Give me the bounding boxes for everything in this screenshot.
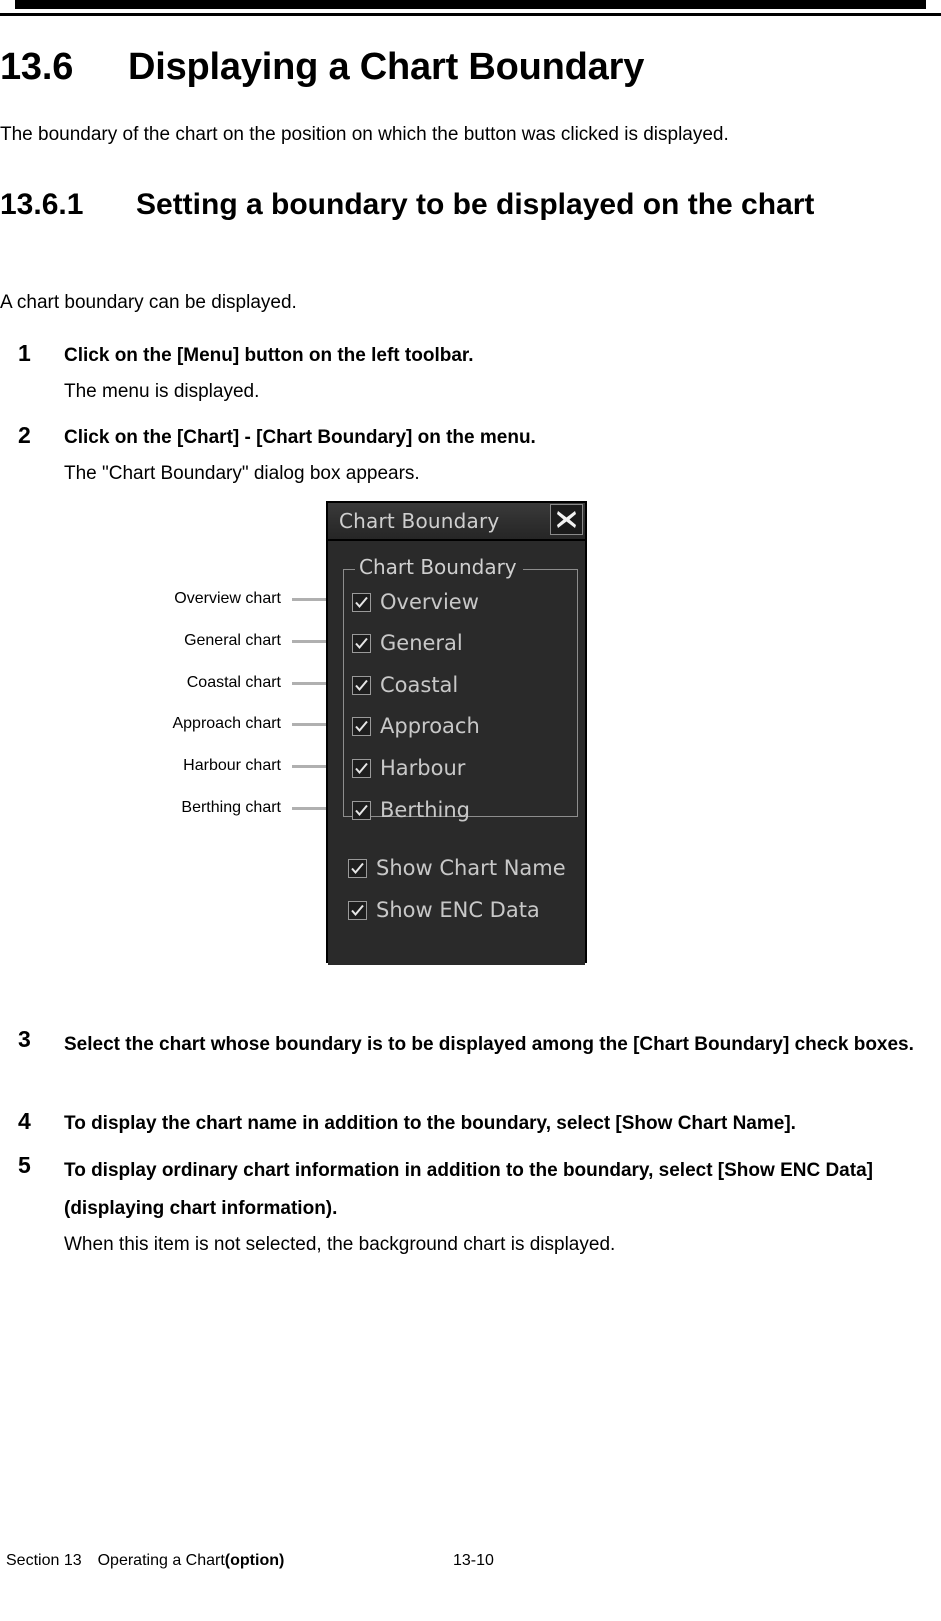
checkbox-label-show-chart-name: Show Chart Name [376, 856, 566, 880]
checkbox-row-show-enc-data[interactable]: Show ENC Data [348, 900, 540, 921]
step-4: 4 To display the chart name in addition … [18, 1108, 918, 1139]
footer-page-number: 13-10 [453, 1552, 494, 1569]
close-x-icon[interactable] [550, 504, 583, 535]
callout-label-berthing: Berthing chart [181, 799, 281, 816]
page-top-black-bar [15, 0, 926, 9]
section-title: 13.6.1 Setting a boundary to be displayed… [0, 184, 880, 226]
callout-label-general: General chart [184, 632, 281, 649]
callout-label-overview: Overview chart [174, 590, 281, 607]
checkbox-general[interactable] [352, 634, 371, 653]
checkbox-approach[interactable] [352, 717, 371, 736]
callout-label-harbour: Harbour chart [183, 757, 281, 774]
step-2: 2 Click on the [Chart] - [Chart Boundary… [18, 422, 918, 489]
chart-boundary-dialog: Chart Boundary Chart Boundary Overview G… [326, 501, 587, 965]
section-lead: A chart boundary can be displayed. [0, 292, 297, 313]
checkbox-row-berthing[interactable]: Berthing [352, 800, 470, 821]
step-3: 3 Select the chart whose boundary is to … [18, 1026, 918, 1064]
checkbox-row-coastal[interactable]: Coastal [352, 675, 458, 696]
checkbox-row-harbour[interactable]: Harbour [352, 758, 465, 779]
chart-boundary-group-legend: Chart Boundary [355, 555, 523, 579]
step-3-title: Select the chart whose boundary is to be… [64, 1034, 914, 1055]
section-title-text: Setting a boundary to be displayed on th… [136, 188, 815, 221]
section-title-number: 13.6.1 [0, 188, 84, 221]
checkbox-label-coastal: Coastal [380, 673, 459, 697]
step-3-number: 3 [18, 1026, 31, 1052]
checkbox-label-harbour: Harbour [380, 756, 466, 780]
page-title-text: Displaying a Chart Boundary [128, 46, 645, 88]
checkbox-berthing[interactable] [352, 801, 371, 820]
step-5-sub: When this item is not selected, the back… [64, 1234, 616, 1255]
checkbox-row-overview[interactable]: Overview [352, 592, 479, 613]
step-5-number: 5 [18, 1152, 31, 1178]
chart-boundary-group: Chart Boundary Overview General Coastal [343, 555, 578, 821]
checkbox-coastal[interactable] [352, 676, 371, 695]
step-5-title: To display ordinary chart information in… [64, 1160, 873, 1219]
footer-section: Section 13 Operating a Chart [6, 1552, 225, 1569]
step-5: 5 To display ordinary chart information … [18, 1152, 918, 1260]
checkbox-row-general[interactable]: General [352, 633, 463, 654]
intro-paragraph: The boundary of the chart on the positio… [0, 124, 729, 145]
checkbox-label-approach: Approach [380, 714, 480, 738]
checkbox-label-general: General [380, 631, 463, 655]
step-1: 1 Click on the [Menu] button on the left… [18, 340, 918, 407]
page-title-number: 13.6 [0, 46, 74, 88]
checkbox-label-berthing: Berthing [380, 798, 470, 822]
checkbox-row-approach[interactable]: Approach [352, 716, 480, 737]
dialog-titlebar: Chart Boundary [328, 503, 585, 541]
checkbox-show-chart-name[interactable] [348, 859, 367, 878]
page-title: 13.6 Displaying a Chart Boundary [0, 44, 920, 90]
page-top-rule [0, 13, 941, 16]
checkbox-show-enc-data[interactable] [348, 901, 367, 920]
checkbox-row-show-chart-name[interactable]: Show Chart Name [348, 858, 566, 879]
dialog-title: Chart Boundary [339, 509, 500, 533]
step-1-number: 1 [18, 340, 31, 366]
dialog-body: Chart Boundary Overview General Coastal [328, 541, 585, 965]
footer-option-tag: (option) [224, 1552, 285, 1569]
step-4-number: 4 [18, 1108, 31, 1134]
checkbox-label-overview: Overview [380, 590, 479, 614]
checkbox-label-show-enc-data: Show ENC Data [376, 898, 540, 922]
step-1-sub: The menu is displayed. [64, 381, 260, 402]
step-2-number: 2 [18, 422, 31, 448]
callout-label-coastal: Coastal chart [186, 674, 281, 691]
callout-label-approach: Approach chart [172, 715, 281, 732]
step-2-title: Click on the [Chart] - [Chart Boundary] … [64, 427, 536, 448]
step-2-sub: The "Chart Boundary" dialog box appears. [64, 463, 420, 484]
page-footer: Section 13 Operating a Chart (option) 13… [6, 1551, 936, 1571]
checkbox-harbour[interactable] [352, 759, 371, 778]
step-1-title: Click on the [Menu] button on the left t… [64, 345, 474, 366]
step-4-title: To display the chart name in addition to… [64, 1113, 796, 1134]
checkbox-overview[interactable] [352, 593, 371, 612]
